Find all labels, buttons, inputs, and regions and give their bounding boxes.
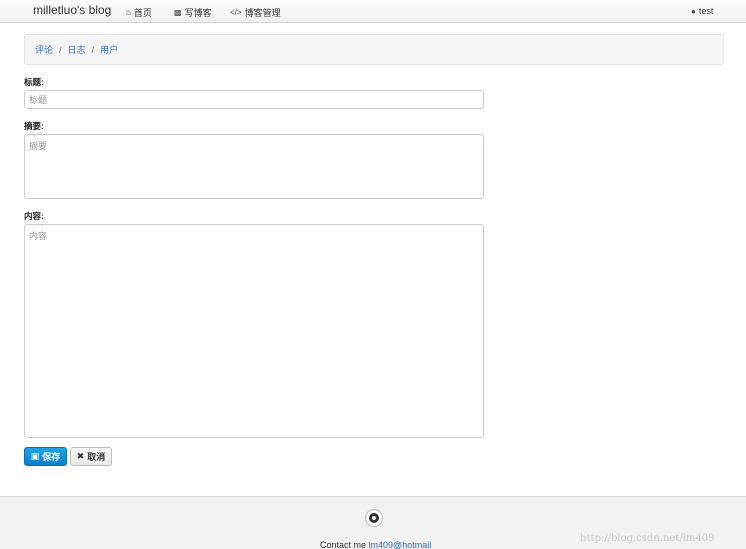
top-navbar: milletluo's blog ⌂ 首页 ▩ 写博客 </> 博客管理 ● t… xyxy=(0,0,746,23)
breadcrumb: 评论 / 日志 / 用户 xyxy=(24,34,724,65)
code-icon: </> xyxy=(230,8,242,17)
user-icon: ● xyxy=(691,6,696,16)
home-icon: ⌂ xyxy=(126,8,131,17)
watermark-text: http://blog.csdn.net/lm409 xyxy=(580,533,715,544)
contact-prefix: Contact me xyxy=(320,540,367,549)
brand-title[interactable]: milletluo's blog xyxy=(33,3,111,17)
summary-label: 摘要: xyxy=(24,121,44,131)
title-label: 标题: xyxy=(24,77,44,87)
cancel-button[interactable]: ✖ 取消 xyxy=(70,447,112,466)
close-icon: ✖ xyxy=(76,451,85,461)
contact-text: Contact me lm409@hotmail xyxy=(320,540,431,549)
book-icon: ▩ xyxy=(174,8,182,17)
breadcrumb-comments[interactable]: 评论 xyxy=(35,43,53,56)
breadcrumb-logs[interactable]: 日志 xyxy=(68,43,86,56)
cancel-button-label: 取消 xyxy=(87,452,106,462)
nav-blog-manage-label: 博客管理 xyxy=(244,8,281,18)
contact-email-link[interactable]: lm409@hotmail xyxy=(369,540,432,549)
save-button-label: 保存 xyxy=(42,452,61,462)
nav-write-blog[interactable]: ▩ 写博客 xyxy=(174,6,212,19)
nav-blog-manage[interactable]: </> 博客管理 xyxy=(230,6,281,19)
content-label: 内容: xyxy=(24,211,44,221)
nav-home-label: 首页 xyxy=(133,8,152,18)
title-input[interactable] xyxy=(24,90,484,109)
breadcrumb-separator: / xyxy=(59,44,62,55)
save-icon: ▣ xyxy=(30,451,40,461)
content-textarea[interactable] xyxy=(24,224,484,438)
summary-textarea[interactable] xyxy=(24,134,484,199)
breadcrumb-separator: / xyxy=(91,44,95,55)
nav-user-menu[interactable]: ● test xyxy=(691,6,713,16)
nav-home[interactable]: ⌂ 首页 xyxy=(126,6,152,19)
nav-write-blog-label: 写博客 xyxy=(184,8,212,18)
breadcrumb-users[interactable]: 用户 xyxy=(100,43,118,56)
github-icon[interactable] xyxy=(365,509,383,527)
save-button[interactable]: ▣ 保存 xyxy=(24,447,67,466)
nav-user-label: test xyxy=(698,6,714,16)
